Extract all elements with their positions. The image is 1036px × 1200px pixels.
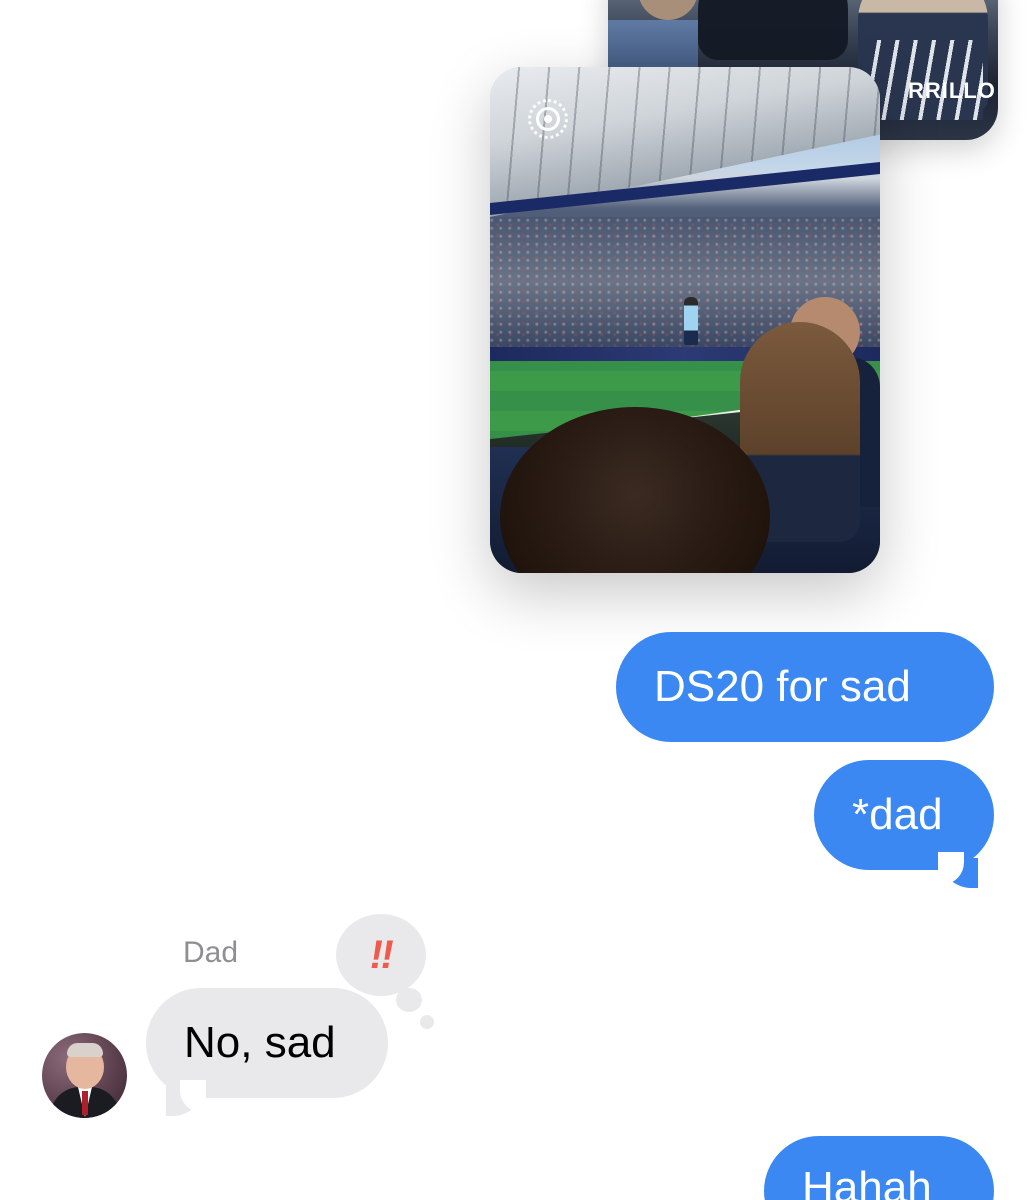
tapback-exclamation-icon[interactable]: ‼ — [336, 914, 426, 996]
avatar-detail-hair — [67, 1043, 103, 1057]
avatar-detail-tie — [82, 1091, 88, 1115]
photo-detail-player — [684, 297, 698, 345]
message-bubble-sent[interactable]: Hahah — [764, 1136, 994, 1200]
bubble-tail — [166, 1080, 206, 1116]
tapback-glyph: ‼ — [366, 932, 391, 977]
message-text: *dad — [852, 790, 943, 839]
bubble-tail — [938, 852, 978, 888]
live-photo-icon[interactable] — [528, 99, 568, 139]
photo-detail-fan — [698, 0, 848, 60]
message-bubble-sent[interactable]: DS20 for sad — [616, 632, 994, 742]
photo-detail-fan — [638, 0, 698, 20]
stadium-photo-front[interactable] — [490, 67, 880, 573]
jersey-lettering: RRILLO — [908, 78, 996, 103]
message-text: No, sad — [184, 1018, 336, 1067]
message-text: Hahah — [802, 1163, 932, 1200]
tapback-bubble-dot — [420, 1015, 434, 1029]
avatar[interactable] — [42, 1033, 127, 1118]
tapback-bubble-dot — [396, 988, 422, 1012]
live-photo-icon-ring — [536, 107, 560, 131]
live-photo-icon-dot — [544, 115, 552, 123]
sender-name: Dad — [183, 936, 239, 969]
message-bubble-sent[interactable]: *dad — [814, 760, 994, 870]
message-text: DS20 for sad — [654, 662, 911, 711]
